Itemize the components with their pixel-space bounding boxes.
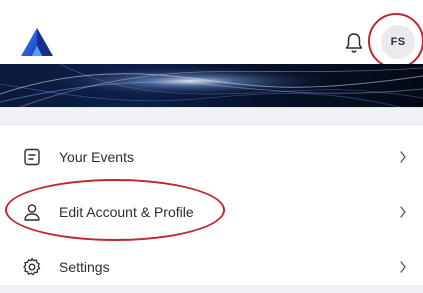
gear-icon <box>23 257 41 276</box>
avatar-annotation-circle <box>368 13 423 69</box>
header-card: FS <box>0 0 423 108</box>
menu-item-settings[interactable]: Settings <box>0 241 423 293</box>
menu-item-label: Settings <box>59 259 110 275</box>
app-logo[interactable] <box>20 27 54 57</box>
chevron-right-icon <box>400 151 406 163</box>
annotation-ellipse <box>5 179 225 241</box>
bell-icon[interactable] <box>344 32 364 54</box>
chevron-right-icon <box>400 261 406 273</box>
menu-item-label: Your Events <box>59 149 134 165</box>
chevron-right-icon <box>400 206 406 218</box>
header-banner <box>0 64 423 107</box>
menu-item-your-events[interactable]: Your Events <box>0 131 423 183</box>
event-list-icon <box>24 148 40 166</box>
